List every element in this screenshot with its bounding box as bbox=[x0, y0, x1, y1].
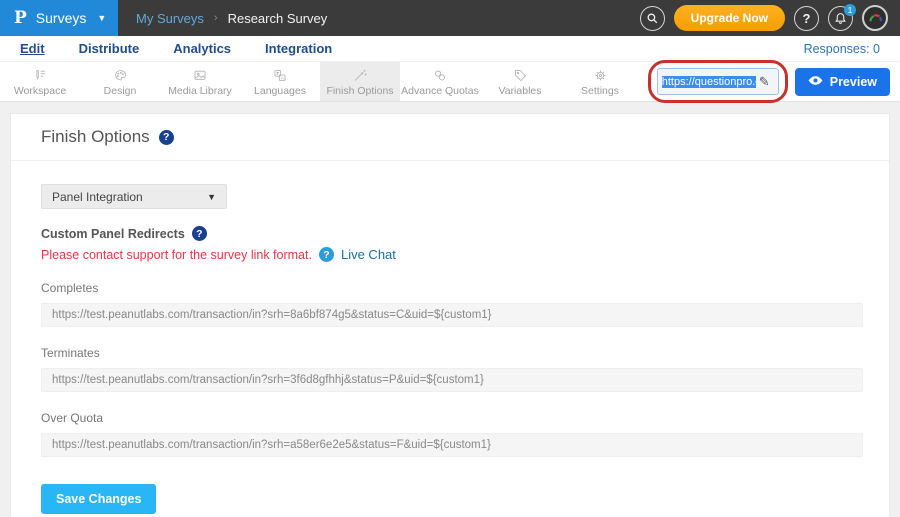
palette-icon bbox=[112, 67, 129, 84]
tab-advance-quotas[interactable]: Advance Quotas bbox=[400, 62, 480, 101]
notification-badge: 1 bbox=[844, 4, 856, 16]
survey-url-group: https://questionpro.com/t/A ✎ bbox=[657, 68, 779, 95]
tag-icon bbox=[512, 67, 529, 84]
tab-languages[interactable]: A Languages bbox=[240, 62, 320, 101]
breadcrumb: My Surveys › Research Survey bbox=[136, 11, 327, 26]
eye-icon bbox=[808, 75, 823, 89]
terminates-url-input[interactable] bbox=[41, 368, 863, 392]
title-help-icon[interactable]: ? bbox=[159, 130, 174, 145]
search-button[interactable] bbox=[640, 6, 665, 31]
chat-help-icon[interactable]: ? bbox=[319, 247, 334, 262]
help-button[interactable]: ? bbox=[794, 6, 819, 31]
translate-icon: A bbox=[271, 67, 289, 84]
tab-integration[interactable]: Integration bbox=[265, 41, 332, 56]
tab-settings[interactable]: Settings bbox=[560, 62, 640, 101]
chevron-down-icon: ▼ bbox=[207, 192, 216, 202]
tab-finish-options[interactable]: Finish Options bbox=[320, 62, 400, 101]
panel-header: Finish Options ? bbox=[11, 114, 889, 161]
preview-button[interactable]: Preview bbox=[795, 68, 890, 96]
section-help-icon[interactable]: ? bbox=[192, 226, 207, 241]
top-header: P Surveys ▼ My Surveys › Research Survey… bbox=[0, 0, 900, 36]
questionpro-logo-icon: P bbox=[14, 8, 27, 28]
tab-edit[interactable]: Edit bbox=[20, 41, 45, 56]
tab-design[interactable]: Design bbox=[80, 62, 160, 101]
tab-distribute[interactable]: Distribute bbox=[79, 41, 140, 56]
notifications-button[interactable]: 1 bbox=[828, 6, 853, 31]
workspace-icon bbox=[31, 67, 49, 84]
survey-url-input[interactable]: https://questionpro.com/t/A ✎ bbox=[657, 68, 779, 95]
finish-options-panel: Finish Options ? Panel Integration ▼ Cus… bbox=[10, 113, 890, 517]
tab-media-library[interactable]: Media Library bbox=[160, 62, 240, 101]
magic-wand-icon bbox=[351, 67, 369, 84]
tab-analytics[interactable]: Analytics bbox=[173, 41, 231, 56]
product-name: Surveys bbox=[36, 10, 87, 26]
upgrade-now-button[interactable]: Upgrade Now bbox=[674, 5, 785, 31]
question-mark-icon: ? bbox=[803, 11, 811, 26]
panel-body: Panel Integration ▼ Custom Panel Redirec… bbox=[11, 161, 889, 517]
edit-toolbar: Workspace Design Media Library A Languag… bbox=[0, 61, 900, 102]
edit-pencil-icon[interactable]: ✎ bbox=[759, 74, 770, 90]
breadcrumb-current-survey: Research Survey bbox=[228, 11, 328, 26]
gauge-logo-icon bbox=[867, 10, 884, 27]
over-quota-label: Over Quota bbox=[41, 411, 863, 425]
tab-workspace[interactable]: Workspace bbox=[0, 62, 80, 101]
over-quota-url-input[interactable] bbox=[41, 433, 863, 457]
breadcrumb-separator: › bbox=[214, 12, 218, 24]
tab-variables[interactable]: Variables bbox=[480, 62, 560, 101]
svg-text:A: A bbox=[281, 75, 284, 80]
chain-links-icon bbox=[431, 67, 449, 84]
surveys-menu[interactable]: P Surveys ▼ bbox=[0, 0, 118, 36]
chevron-down-icon: ▼ bbox=[97, 13, 106, 23]
live-chat-link[interactable]: Live Chat bbox=[341, 247, 396, 262]
completes-url-input[interactable] bbox=[41, 303, 863, 327]
responses-count[interactable]: Responses: 0 bbox=[804, 42, 880, 56]
page-title: Finish Options bbox=[41, 127, 150, 147]
avatar[interactable] bbox=[862, 5, 888, 31]
gear-icon bbox=[592, 67, 609, 84]
notice-text: Please contact support for the survey li… bbox=[41, 248, 312, 262]
search-icon bbox=[646, 12, 659, 25]
breadcrumb-my-surveys[interactable]: My Surveys bbox=[136, 11, 204, 26]
dropdown-selected-value: Panel Integration bbox=[52, 190, 143, 204]
completes-label: Completes bbox=[41, 281, 863, 295]
survey-url-selected-text: https://questionpro.com/t/A bbox=[662, 76, 756, 88]
section-title-text: Custom Panel Redirects bbox=[41, 227, 185, 241]
section-header: Custom Panel Redirects ? bbox=[41, 226, 863, 241]
finish-option-type-dropdown[interactable]: Panel Integration ▼ bbox=[41, 184, 227, 209]
save-changes-button[interactable]: Save Changes bbox=[41, 484, 156, 514]
topbar-actions: Upgrade Now ? 1 bbox=[640, 5, 900, 31]
terminates-label: Terminates bbox=[41, 346, 863, 360]
survey-subnav: Edit Distribute Analytics Integration Re… bbox=[0, 36, 900, 61]
image-icon bbox=[191, 67, 209, 84]
support-notice: Please contact support for the survey li… bbox=[41, 247, 863, 262]
